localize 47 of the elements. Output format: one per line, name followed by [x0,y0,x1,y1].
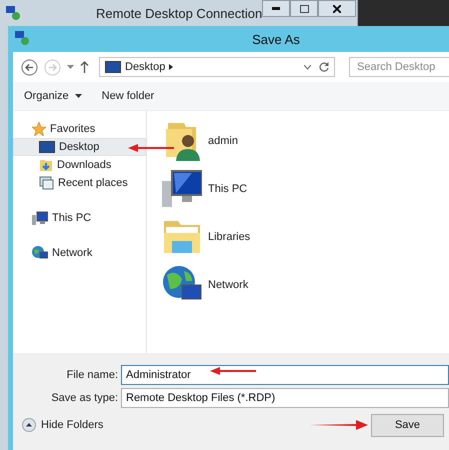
address-bar[interactable]: Desktop [99,57,335,77]
window-title: Save As [251,32,300,46]
dropdown-icon[interactable] [304,64,311,70]
sidebar-item[interactable]: Desktop [13,138,146,156]
caret-icon[interactable] [74,94,82,98]
star-icon [32,122,46,136]
recent-places-icon [39,176,54,190]
sidebar-item[interactable]: Network [13,244,146,262]
computer-icon [162,169,202,209]
sidebar-item[interactable]: This PC [13,209,146,227]
sidebar-item[interactable]: Favorites [13,120,146,138]
hide-folders-button[interactable]: Hide Folders [22,418,104,432]
file-type-dropdown[interactable]: Remote Desktop Files (*.RDP) [121,388,449,408]
field-label: Save as type: [50,392,119,404]
field-label: File name: [66,369,119,382]
new-folder-button[interactable]: New folder [102,90,154,102]
collapse-icon[interactable] [22,418,36,432]
close-icon[interactable] [333,4,342,12]
search-field[interactable]: Search Desktop [349,57,449,77]
up-icon[interactable] [80,61,89,73]
back-icon[interactable] [21,58,38,76]
file-item-label[interactable]: Network [208,279,248,291]
globe-computer-icon [32,246,48,260]
minimize-button[interactable] [262,0,290,17]
monitor-icon [39,141,55,153]
app-icon [15,31,29,45]
maximize-icon[interactable] [300,4,309,12]
app-icon [6,6,20,20]
organize-button[interactable]: Organize [24,90,82,102]
file-name-field[interactable]: Administrator [121,365,449,386]
address-text: Desktop [125,61,166,73]
minimize-icon[interactable] [272,7,280,10]
download-folder-icon [39,158,53,172]
refresh-icon[interactable] [319,62,329,72]
file-item-label[interactable]: Libraries [208,231,250,243]
computer-icon [32,211,48,225]
file-item-label[interactable]: This PC [208,183,248,195]
chevron-icon[interactable] [169,64,174,70]
sidebar-item[interactable]: Downloads [13,156,146,174]
dropdown-icon[interactable] [67,65,74,69]
maximize-button[interactable] [290,0,318,17]
close-button[interactable] [318,0,356,17]
sidebar-item[interactable]: Recent places [13,174,146,192]
file-item-label[interactable]: admin [208,135,238,147]
monitor-icon [105,61,121,73]
window-title: Remote Desktop Connection [96,6,262,20]
save-button[interactable]: Save [371,414,444,437]
